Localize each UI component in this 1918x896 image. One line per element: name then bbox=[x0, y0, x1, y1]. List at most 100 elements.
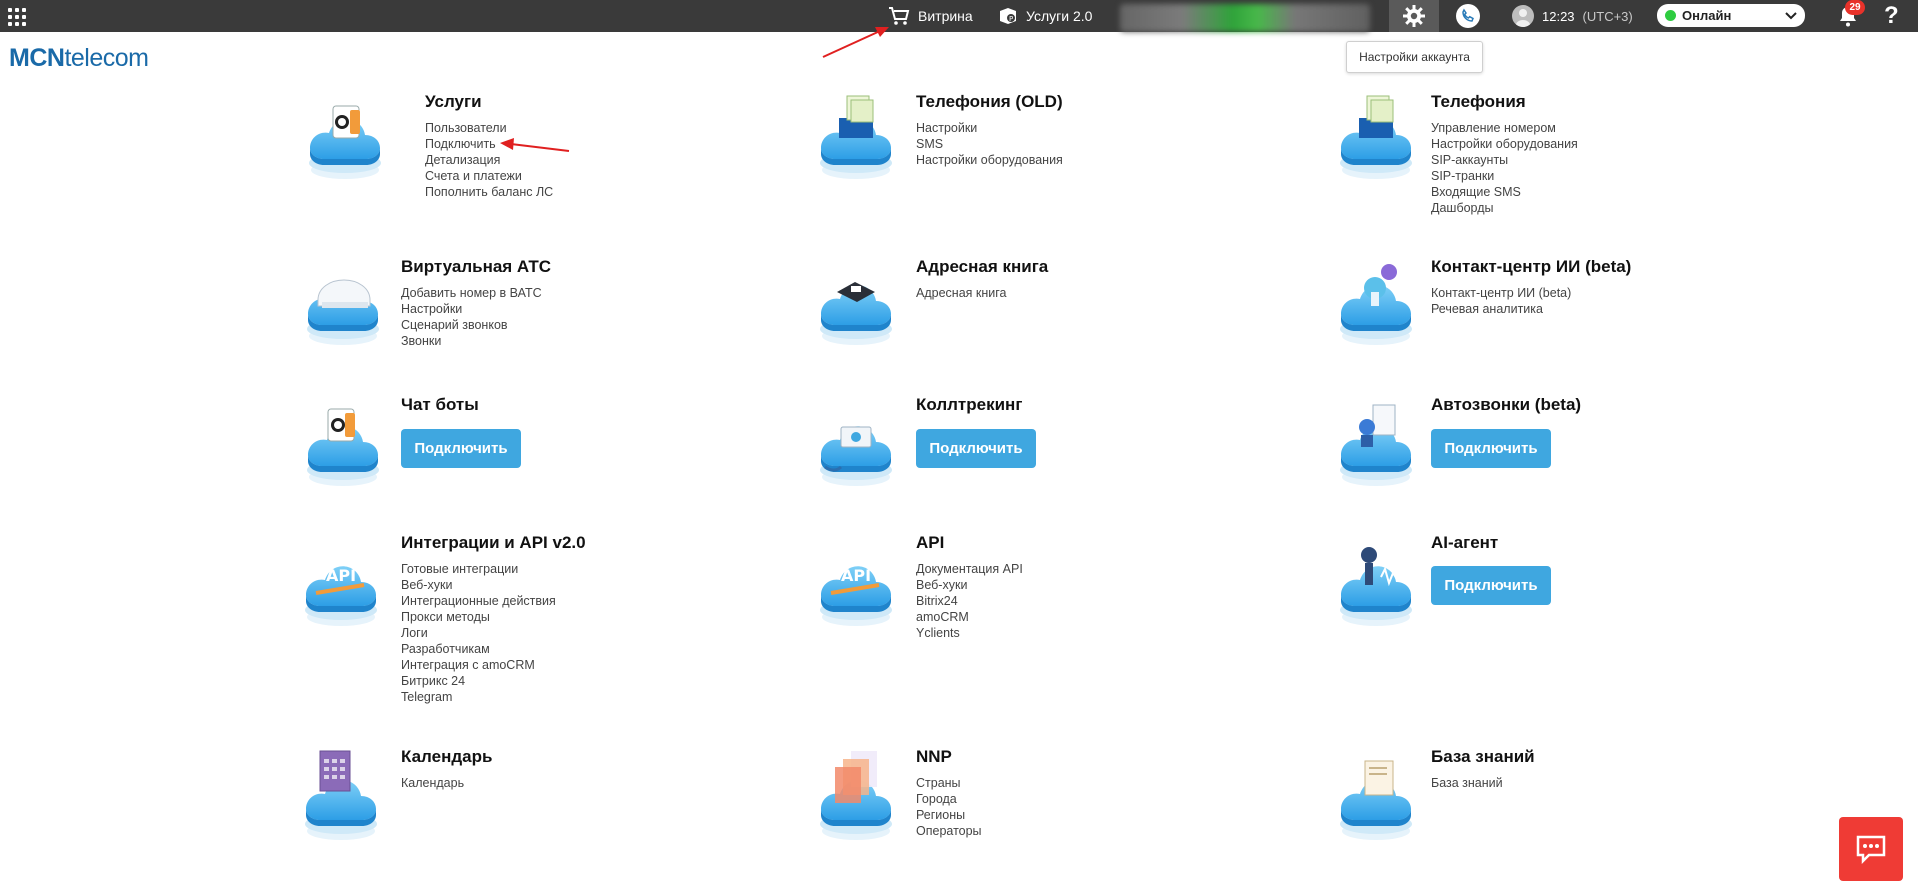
connect-button[interactable]: Подключить bbox=[916, 429, 1036, 468]
account-settings-tooltip: Настройки аккаунта bbox=[1346, 41, 1483, 73]
chat-widget-button[interactable] bbox=[1839, 817, 1903, 881]
link-details[interactable]: Детализация bbox=[425, 152, 553, 168]
link-call-scenario[interactable]: Сценарий звонков bbox=[401, 317, 542, 333]
link-add-number[interactable]: Добавить номер в ВАТС bbox=[401, 285, 542, 301]
card-title: AI-агент bbox=[1431, 533, 1499, 552]
gear-icon bbox=[1403, 5, 1425, 27]
link-equipment[interactable]: Настройки оборудования bbox=[916, 152, 1063, 168]
user-info[interactable]: 12:23 (UTC+3) bbox=[1512, 0, 1633, 32]
help-icon[interactable]: ? bbox=[1884, 2, 1899, 30]
logo[interactable]: MCNtelecom bbox=[9, 44, 149, 73]
link-dashboards[interactable]: Дашборды bbox=[1431, 200, 1578, 216]
autocalls-icon bbox=[1340, 404, 1412, 486]
link-address-book[interactable]: Адресная книга bbox=[916, 285, 1006, 301]
telephony-cloud-icon bbox=[1340, 95, 1412, 179]
chevron-down-icon bbox=[1785, 11, 1797, 19]
card-title: Интеграции и API v2.0 bbox=[401, 533, 586, 552]
link-settings[interactable]: Настройки bbox=[401, 301, 542, 317]
calltracking-icon bbox=[820, 426, 892, 486]
link-contact-center[interactable]: Контакт-центр ИИ (beta) bbox=[1431, 285, 1571, 301]
link-countries[interactable]: Страны bbox=[916, 775, 982, 791]
link-ready-integrations[interactable]: Готовые интеграции bbox=[401, 561, 556, 577]
card-title: Услуги bbox=[425, 92, 482, 111]
apps-grid-icon[interactable] bbox=[8, 8, 26, 26]
nnp-links: Страны Города Регионы Операторы bbox=[916, 775, 982, 839]
link-connect[interactable]: Подключить bbox=[425, 136, 553, 152]
notifications-badge: 29 bbox=[1845, 0, 1865, 15]
link-incoming-sms[interactable]: Входящие SMS bbox=[1431, 184, 1578, 200]
link-calls[interactable]: Звонки bbox=[401, 333, 542, 349]
connect-button[interactable]: Подключить bbox=[1431, 429, 1551, 468]
link-invoices[interactable]: Счета и платежи bbox=[425, 168, 553, 184]
connect-button[interactable]: Подключить bbox=[1431, 566, 1551, 605]
link-amocrm[interactable]: amoCRM bbox=[916, 609, 1023, 625]
card-title: Адресная книга bbox=[916, 257, 1049, 276]
link-amocrm-integration[interactable]: Интеграция с amoCRM bbox=[401, 657, 556, 673]
services2-link[interactable]: P Услуги 2.0 bbox=[998, 0, 1092, 32]
link-yclients[interactable]: Yclients bbox=[916, 625, 1023, 641]
link-sip-trunks[interactable]: SIP-транки bbox=[1431, 168, 1578, 184]
card-title: Чат боты bbox=[401, 395, 479, 414]
link-speech-analytics[interactable]: Речевая аналитика bbox=[1431, 301, 1571, 317]
showcase-link[interactable]: Витрина bbox=[888, 0, 973, 32]
vats-links: Добавить номер в ВАТС Настройки Сценарий… bbox=[401, 285, 542, 349]
phone-icon bbox=[1456, 4, 1480, 28]
api-icon: API bbox=[820, 566, 892, 626]
link-logs[interactable]: Логи bbox=[401, 625, 556, 641]
link-topup[interactable]: Пополнить баланс ЛС bbox=[425, 184, 553, 200]
link-api-docs[interactable]: Документация API bbox=[916, 561, 1023, 577]
address-book-icon bbox=[820, 282, 892, 345]
services-cloud-icon bbox=[309, 105, 381, 179]
uslugi-links: Пользователи Подключить Детализация Счет… bbox=[425, 120, 553, 200]
link-equipment[interactable]: Настройки оборудования bbox=[1431, 136, 1578, 152]
integrations-links: Готовые интеграции Веб-хуки Интеграционн… bbox=[401, 561, 556, 705]
link-integration-actions[interactable]: Интеграционные действия bbox=[401, 593, 556, 609]
link-developers[interactable]: Разработчикам bbox=[401, 641, 556, 657]
link-webhooks[interactable]: Веб-хуки bbox=[916, 577, 1023, 593]
link-sip-accounts[interactable]: SIP-аккаунты bbox=[1431, 152, 1578, 168]
link-sms[interactable]: SMS bbox=[916, 136, 1063, 152]
link-settings[interactable]: Настройки bbox=[916, 120, 1063, 136]
account-settings-button[interactable] bbox=[1389, 0, 1439, 32]
clock-time: 12:23 bbox=[1542, 8, 1575, 24]
card-title: Телефония bbox=[1431, 92, 1526, 111]
knowledge-links: База знаний bbox=[1431, 775, 1503, 791]
link-cities[interactable]: Города bbox=[916, 791, 982, 807]
status-dot bbox=[1665, 10, 1676, 21]
card-title: API bbox=[916, 533, 945, 552]
card-title: Автозвонки (beta) bbox=[1431, 395, 1582, 414]
api-links: Документация API Веб-хуки Bitrix24 amoCR… bbox=[916, 561, 1023, 641]
link-operators[interactable]: Операторы bbox=[916, 823, 982, 839]
link-webhooks[interactable]: Веб-хуки bbox=[401, 577, 556, 593]
link-telegram[interactable]: Telegram bbox=[401, 689, 556, 705]
link-bitrix24[interactable]: Битрикс 24 bbox=[401, 673, 556, 689]
vats-phone-icon bbox=[307, 279, 379, 345]
link-calendar[interactable]: Календарь bbox=[401, 775, 464, 791]
link-bitrix24[interactable]: Bitrix24 bbox=[916, 593, 1023, 609]
contact-center-icon bbox=[1340, 264, 1412, 345]
link-users[interactable]: Пользователи bbox=[425, 120, 553, 136]
cart-icon bbox=[889, 7, 910, 25]
svg-text:P: P bbox=[1009, 15, 1013, 23]
telephony-links: Управление номером Настройки оборудовани… bbox=[1431, 120, 1578, 216]
softphone-button[interactable] bbox=[1455, 4, 1481, 28]
card-title: Телефония (OLD) bbox=[916, 92, 1063, 111]
chat-icon bbox=[1856, 835, 1886, 864]
status-select[interactable]: Онлайн bbox=[1657, 4, 1805, 27]
timezone: (UTC+3) bbox=[1582, 8, 1633, 24]
link-number-management[interactable]: Управление номером bbox=[1431, 120, 1578, 136]
link-proxy-methods[interactable]: Прокси методы bbox=[401, 609, 556, 625]
chat-bots-icon bbox=[307, 408, 379, 486]
link-regions[interactable]: Регионы bbox=[916, 807, 982, 823]
ai-agent-icon bbox=[1340, 547, 1412, 626]
services2-label: Услуги 2.0 bbox=[1026, 8, 1093, 24]
connect-button[interactable]: Подключить bbox=[401, 429, 521, 468]
telephony-old-cloud-icon bbox=[820, 95, 892, 179]
showcase-label: Витрина bbox=[918, 8, 973, 24]
svg-text:API: API bbox=[326, 566, 356, 585]
svg-text:API: API bbox=[841, 566, 871, 585]
link-knowledge-base[interactable]: База знаний bbox=[1431, 775, 1503, 791]
services-box-icon: P bbox=[1000, 8, 1016, 24]
top-bar: Витрина P Услуги 2.0 12:23 (UTC+3) Онлай… bbox=[0, 0, 1918, 32]
status-value: Онлайн bbox=[1682, 8, 1732, 23]
